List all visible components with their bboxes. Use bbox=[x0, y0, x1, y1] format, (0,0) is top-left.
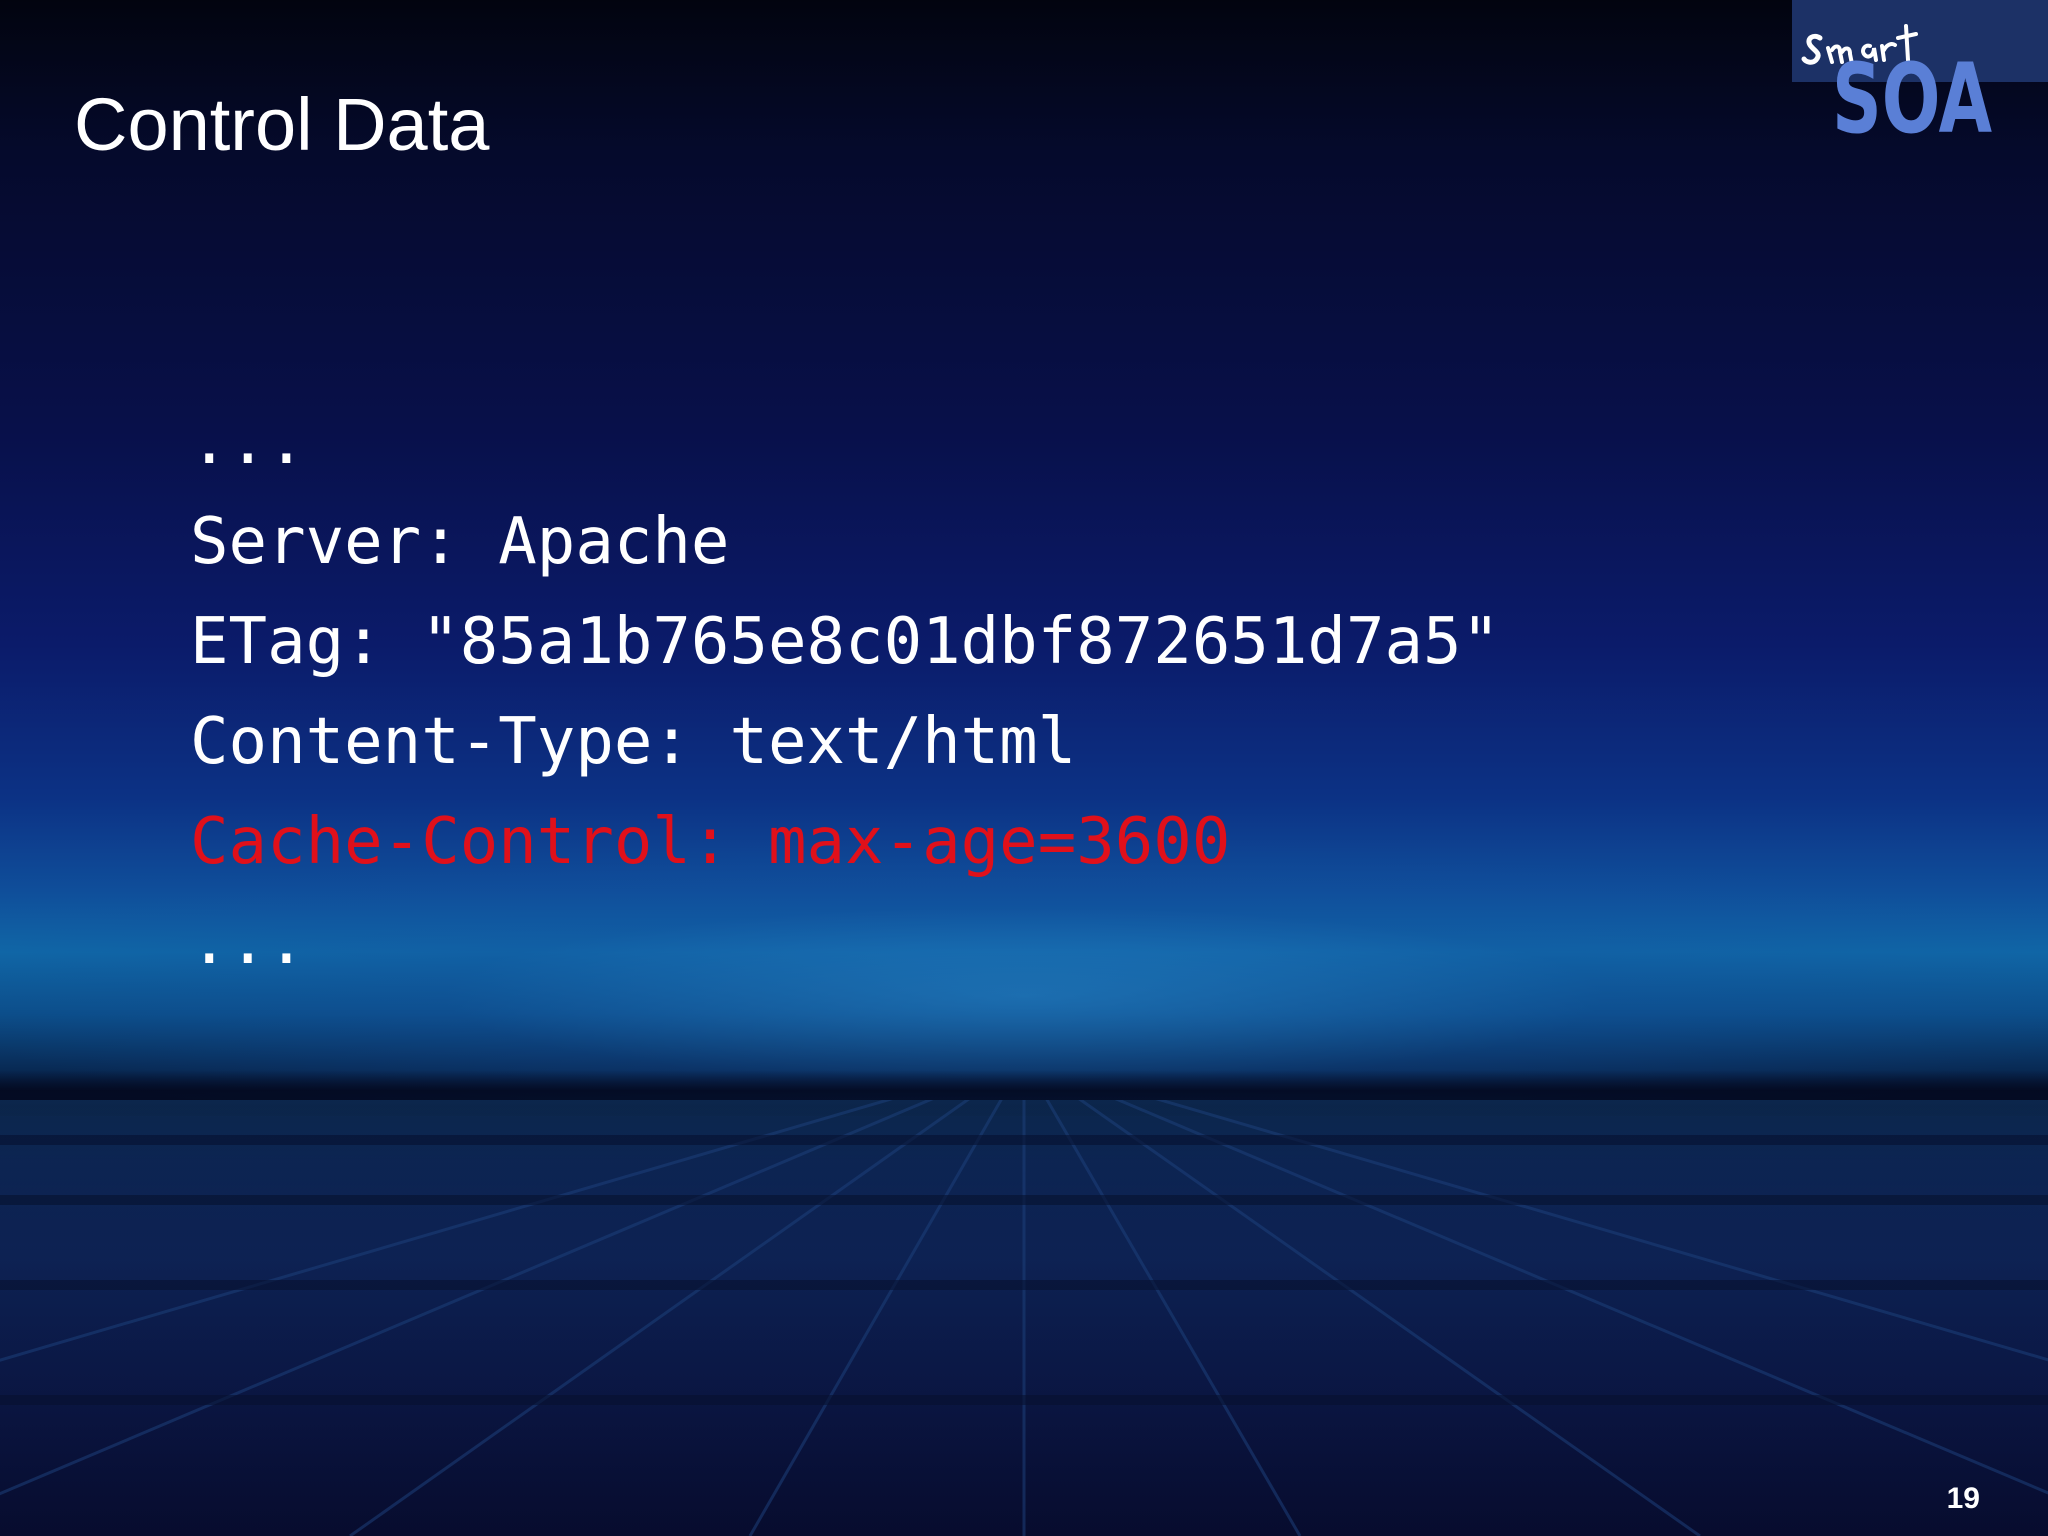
slide-title: Control Data bbox=[74, 83, 490, 166]
code-line-ellipsis-top: ... bbox=[190, 405, 306, 479]
smartsoa-logo: SOA bbox=[1792, 0, 2048, 150]
code-line-cache-control: Cache-Control: max-age=3600 bbox=[190, 805, 1231, 879]
code-line-server: Server: Apache bbox=[190, 505, 730, 579]
svg-text:SOA: SOA bbox=[1832, 43, 1992, 150]
code-line-ellipsis-bottom: ... bbox=[190, 905, 306, 979]
page-number: 19 bbox=[1946, 1482, 1980, 1515]
http-headers-code: ... Server: Apache ETag: "85a1b765e8c01d… bbox=[190, 392, 1500, 992]
slide: Control Data SOA ... Server: Apache ETag… bbox=[0, 0, 2048, 1536]
code-line-content-type: Content-Type: text/html bbox=[190, 705, 1077, 779]
grid-floor bbox=[0, 1100, 2048, 1536]
code-line-etag: ETag: "85a1b765e8c01dbf872651d7a5" bbox=[190, 605, 1501, 679]
